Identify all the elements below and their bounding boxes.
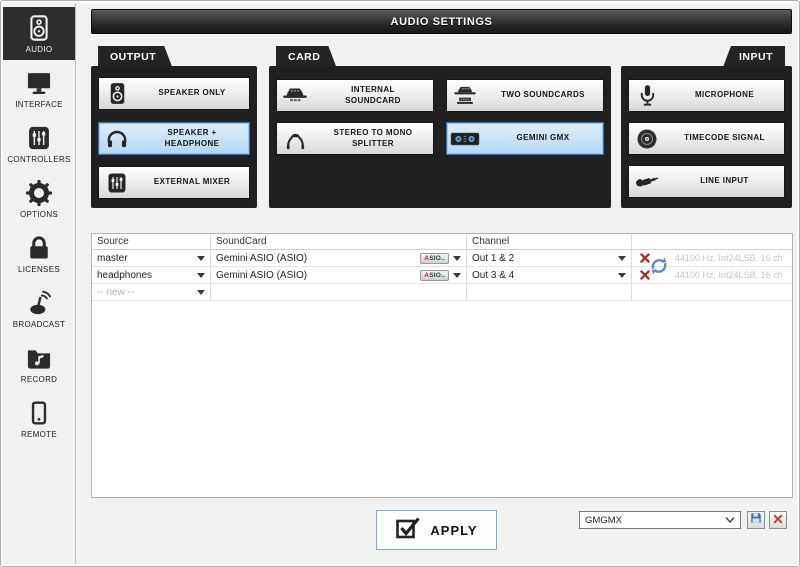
source-select[interactable]: master: [92, 250, 210, 266]
splitter-cable-icon: [277, 126, 313, 151]
checkbox-check-icon: [395, 515, 421, 546]
column-header-status: [632, 234, 792, 249]
sidebar: AUDIO INTERFACE CONTROLLERS OPTIONS LICE…: [3, 3, 76, 564]
sidebar-item-label: CONTROLLERS: [7, 155, 71, 164]
two-soundcards-icon: [447, 84, 483, 108]
record-folder-icon: [24, 343, 54, 373]
input-section-label: INPUT: [723, 46, 785, 67]
gear-icon: [24, 178, 54, 208]
table-row: headphones Gemini ASIO (ASIO) ASIO.. Out…: [92, 267, 792, 284]
vinyl-icon: [629, 127, 665, 151]
sidebar-item-label: BROADCAST: [12, 320, 66, 329]
card-section: CARD INTERNAL SOUNDCARD TWO SOUNDCARDS S…: [269, 46, 611, 208]
sidebar-item-interface[interactable]: INTERFACE: [3, 62, 75, 115]
output-button-speaker-only[interactable]: SPEAKER ONLY: [98, 77, 250, 110]
card-button-internal-soundcard[interactable]: INTERNAL SOUNDCARD: [276, 79, 434, 112]
new-source-select[interactable]: -- new --: [92, 284, 210, 300]
sidebar-item-licenses[interactable]: LICENSES: [3, 227, 75, 280]
output-button-speaker-headphone[interactable]: SPEAKER + HEADPHONE: [98, 122, 250, 155]
output-section: OUTPUT SPEAKER ONLY SPEAKER + HEADPHONE …: [91, 46, 257, 208]
output-section-label: OUTPUT: [98, 46, 172, 67]
table-row: master Gemini ASIO (ASIO) ASIO.. Out 1 &…: [92, 250, 792, 267]
apply-button[interactable]: APPLY: [376, 510, 497, 550]
input-button-line-input[interactable]: LINE INPUT: [628, 165, 785, 198]
dropdown-arrow-icon: [197, 255, 205, 261]
input-button-timecode-signal[interactable]: TIMECODE SIGNAL: [628, 122, 785, 155]
headphones-icon: [99, 127, 135, 151]
lock-icon: [24, 233, 54, 263]
column-header-source: Source: [92, 234, 211, 249]
routing-table: Source SoundCard Channel master Gemini A…: [91, 233, 793, 498]
delete-preset-button[interactable]: [769, 511, 787, 529]
source-select[interactable]: headphones: [92, 267, 210, 283]
sidebar-item-label: INTERFACE: [15, 100, 63, 109]
sidebar-item-label: REMOTE: [20, 430, 58, 439]
card-section-label: CARD: [276, 46, 336, 67]
sidebar-item-controllers[interactable]: CONTROLLERS: [3, 117, 75, 170]
input-button-microphone[interactable]: MICROPHONE: [628, 79, 785, 112]
gemini-controller-icon: [447, 130, 483, 148]
microphone-icon: [629, 83, 665, 108]
card-button-two-soundcards[interactable]: TWO SOUNDCARDS: [446, 79, 604, 112]
jack-plug-icon: [629, 170, 665, 193]
table-row-new: -- new --: [92, 284, 792, 301]
broadcast-icon: [24, 288, 54, 318]
preset-combobox[interactable]: GMGMX: [579, 511, 741, 529]
soundcard-icon: [277, 85, 313, 107]
soundcard-select[interactable]: Gemini ASIO (ASIO) ASIO..: [211, 267, 466, 283]
sidebar-item-label: LICENSES: [18, 265, 60, 274]
soundcard-select[interactable]: Gemini ASIO (ASIO) ASIO..: [211, 250, 466, 266]
dropdown-arrow-icon: [618, 272, 626, 278]
dropdown-arrow-icon: [197, 272, 205, 278]
table-header: Source SoundCard Channel: [92, 234, 792, 250]
dropdown-arrow-icon: [453, 255, 461, 261]
channel-select[interactable]: Out 3 & 4: [467, 267, 631, 283]
sidebar-item-label: AUDIO: [25, 45, 53, 54]
sliders-icon: [99, 171, 135, 195]
monitor-icon: [24, 68, 54, 98]
sidebar-item-record[interactable]: RECORD: [3, 337, 75, 390]
sidebar-item-audio[interactable]: AUDIO: [3, 7, 75, 60]
output-button-external-mixer[interactable]: EXTERNAL MIXER: [98, 166, 250, 199]
asio-config-button[interactable]: ASIO..: [420, 252, 449, 264]
stream-status: 44100 Hz, Int24LSB, 16 ch: [675, 270, 783, 280]
sidebar-item-label: OPTIONS: [19, 210, 59, 219]
refresh-icon[interactable]: [648, 255, 672, 279]
column-header-channel: Channel: [467, 234, 632, 249]
sidebar-item-label: RECORD: [20, 375, 58, 384]
save-icon: [750, 511, 762, 529]
dropdown-arrow-icon: [197, 289, 205, 295]
sidebar-item-broadcast[interactable]: BROADCAST: [3, 282, 75, 335]
close-icon: [773, 511, 783, 529]
page-title: AUDIO SETTINGS: [91, 9, 792, 34]
stream-status: 44100 Hz, Int24LSB, 16 ch: [675, 253, 783, 263]
input-section: INPUT MICROPHONE TIMECODE SIGNAL LINE IN…: [621, 46, 792, 208]
speaker-icon: [99, 81, 135, 106]
card-button-gemini-gmx[interactable]: GEMINI GMX: [446, 122, 604, 155]
speaker-icon: [24, 13, 54, 43]
sliders-icon: [24, 123, 54, 153]
audio-settings-window: AUDIO INTERFACE CONTROLLERS OPTIONS LICE…: [0, 0, 800, 567]
save-preset-button[interactable]: [747, 511, 765, 529]
sidebar-item-remote[interactable]: REMOTE: [3, 392, 75, 445]
column-header-soundcard: SoundCard: [211, 234, 467, 249]
channel-select[interactable]: Out 1 & 2: [467, 250, 631, 266]
sidebar-item-options[interactable]: OPTIONS: [3, 172, 75, 225]
dropdown-arrow-icon: [453, 272, 461, 278]
card-button-stereo-mono-splitter[interactable]: STEREO TO MONO SPLITTER: [276, 122, 434, 155]
remote-device-icon: [24, 398, 54, 428]
chevron-down-icon: [725, 515, 735, 526]
asio-config-button[interactable]: ASIO..: [420, 269, 449, 281]
dropdown-arrow-icon: [618, 255, 626, 261]
